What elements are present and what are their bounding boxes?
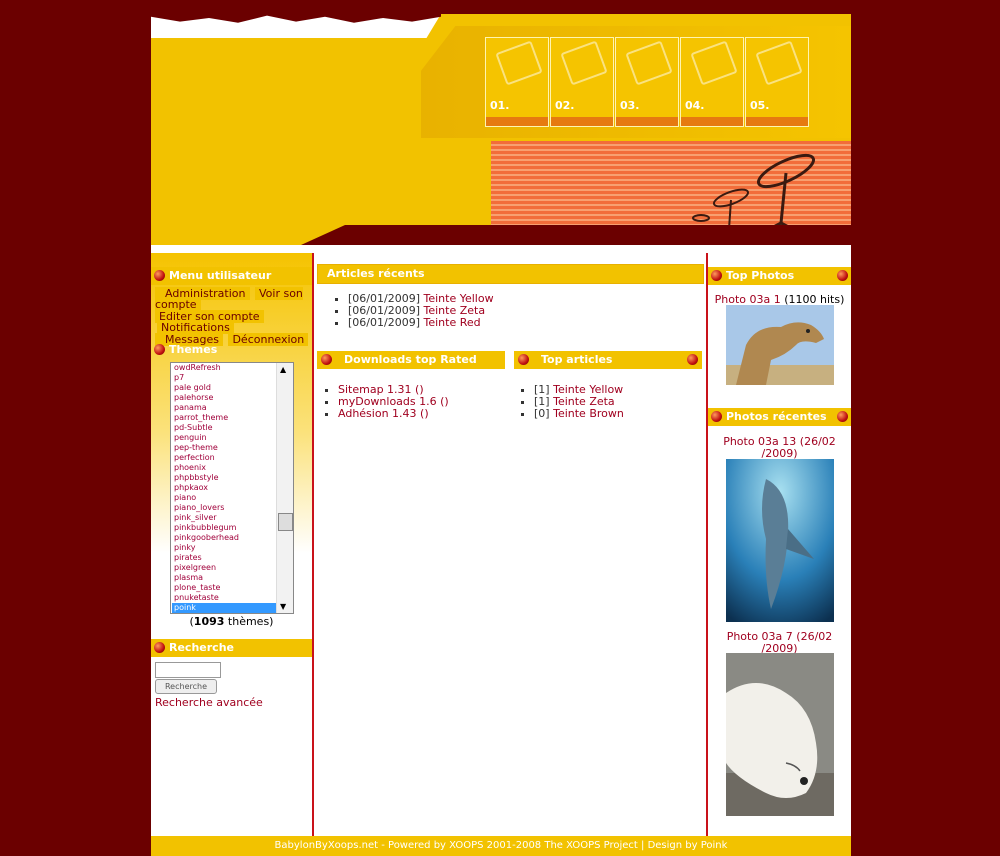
- theme-option[interactable]: pink_silver: [172, 513, 276, 523]
- tools-icon: [690, 40, 738, 86]
- advanced-search-link[interactable]: Recherche avancée: [155, 696, 263, 709]
- theme-option[interactable]: pnuketaste: [172, 593, 276, 603]
- bullet-icon: [687, 354, 698, 365]
- scrollbar-thumb[interactable]: [278, 513, 293, 531]
- bullet-icon: [518, 354, 529, 365]
- bullet-icon: [321, 354, 332, 365]
- theme-option[interactable]: owdRefresh: [172, 363, 276, 373]
- header-tab-5[interactable]: 05.: [745, 37, 809, 127]
- theme-option[interactable]: plone_taste: [172, 583, 276, 593]
- download-link[interactable]: Adhésion 1.43 (): [338, 407, 429, 420]
- left-sidebar: Menu utilisateur Administration Voir son…: [151, 253, 314, 836]
- list-item: [06/01/2009] Teinte Red: [348, 317, 494, 329]
- recent-photo-caption: Photo 03a 13 (26/02/2009): [708, 436, 851, 460]
- tab-number: 04.: [685, 99, 705, 112]
- theme-option[interactable]: parrot_theme: [172, 413, 276, 423]
- search-button[interactable]: Recherche: [155, 679, 217, 694]
- scroll-up-icon[interactable]: ▲: [280, 365, 286, 374]
- footer: BabylonByXoops.net - Powered by XOOPS 20…: [151, 836, 851, 856]
- dolphin-photo[interactable]: [726, 459, 834, 622]
- theme-option[interactable]: phpkaox: [172, 483, 276, 493]
- bullet-icon: [837, 411, 848, 422]
- envelope-icon: [755, 40, 803, 86]
- tab-number: 05.: [750, 99, 770, 112]
- recent-articles-list: [06/01/2009] Teinte Yellow [06/01/2009] …: [328, 293, 494, 329]
- theme-options: owdRefresh p7 pale gold palehorse panama parr…: [172, 363, 276, 613]
- scroll-down-icon[interactable]: ▼: [280, 602, 286, 611]
- article-link[interactable]: Teinte Red: [423, 316, 480, 329]
- theme-option[interactable]: piano: [172, 493, 276, 503]
- theme-option[interactable]: pep-theme: [172, 443, 276, 453]
- polar-bear-photo[interactable]: [726, 653, 834, 816]
- bullet-icon: [154, 642, 165, 653]
- satellite-dish-icon: [692, 153, 816, 233]
- bullet-icon: [711, 411, 722, 422]
- right-sidebar: Top Photos Photo 03a 1 (1100 hits) Photo…: [708, 253, 851, 836]
- downloads-list: Sitemap 1.31 () myDownloads 1.6 () Adhés…: [318, 384, 449, 420]
- theme-option[interactable]: phoenix: [172, 463, 276, 473]
- theme-option[interactable]: pd-Subtle: [172, 423, 276, 433]
- top-articles-title: Top articles: [514, 351, 702, 369]
- theme-count: (1093 thèmes): [189, 615, 274, 628]
- clipboard-icon: [560, 40, 608, 86]
- list-item: Adhésion 1.43 (): [338, 408, 449, 420]
- theme-option[interactable]: poink: [172, 603, 276, 613]
- theme-option[interactable]: pale gold: [172, 383, 276, 393]
- theme-option[interactable]: panama: [172, 403, 276, 413]
- top-photos-title: Top Photos: [708, 267, 851, 285]
- header-tab-3[interactable]: 03.: [615, 37, 679, 127]
- bullet-icon: [154, 344, 165, 355]
- article-link[interactable]: Teinte Brown: [553, 407, 624, 420]
- header-tabs: 01. 02. 03. 04. 05.: [485, 37, 810, 127]
- theme-option[interactable]: pixelgreen: [172, 563, 276, 573]
- recent-photo-caption: Photo 03a 7 (26/02/2009): [708, 631, 851, 655]
- header-banner: 01. 02. 03. 04. 05.: [151, 8, 851, 245]
- camel-photo[interactable]: [726, 305, 834, 385]
- tab-number: 03.: [620, 99, 640, 112]
- theme-option[interactable]: plasma: [172, 573, 276, 583]
- recent-photos-title: Photos récentes: [708, 408, 851, 426]
- search-input[interactable]: [155, 662, 221, 678]
- tab-number: 01.: [490, 99, 510, 112]
- tab-number: 02.: [555, 99, 575, 112]
- theme-option[interactable]: pinkbubblegum: [172, 523, 276, 533]
- theme-option[interactable]: pirates: [172, 553, 276, 563]
- theme-option[interactable]: phpbbstyle: [172, 473, 276, 483]
- photo-link[interactable]: Photo 03a 7 (26/02/2009): [727, 630, 833, 655]
- recent-articles-title: Articles récents: [317, 264, 704, 284]
- theme-option[interactable]: pinky: [172, 543, 276, 553]
- user-menu-title: Menu utilisateur: [151, 267, 312, 285]
- theme-option[interactable]: piano_lovers: [172, 503, 276, 513]
- top-articles-list: [1] Teinte Yellow [1] Teinte Zeta [0] Te…: [514, 384, 624, 420]
- header-tab-1[interactable]: 01.: [485, 37, 549, 127]
- bullet-icon: [711, 270, 722, 281]
- book-icon: [625, 40, 673, 86]
- theme-option[interactable]: penguin: [172, 433, 276, 443]
- theme-option[interactable]: palehorse: [172, 393, 276, 403]
- header-tab-2[interactable]: 02.: [550, 37, 614, 127]
- briefcase-icon: [495, 40, 543, 86]
- bullet-icon: [837, 270, 848, 281]
- photo-link[interactable]: Photo 03a 13 (26/02/2009): [723, 435, 836, 460]
- theme-list-scrollbar[interactable]: ▲ ▼: [276, 363, 293, 613]
- list-item: [0] Teinte Brown: [534, 408, 624, 420]
- theme-select-list[interactable]: owdRefresh p7 pale gold palehorse panama parr…: [170, 362, 294, 614]
- search-title: Recherche: [151, 639, 312, 657]
- downloads-title: Downloads top Rated: [317, 351, 505, 369]
- main-content: Articles récents [06/01/2009] Teinte Yel…: [314, 253, 708, 836]
- page-container: 01. 02. 03. 04. 05. Menu utilisateur Adm…: [151, 8, 851, 856]
- theme-option[interactable]: p7: [172, 373, 276, 383]
- bullet-icon: [154, 270, 165, 281]
- theme-option[interactable]: pinkgooberhead: [172, 533, 276, 543]
- header-tab-4[interactable]: 04.: [680, 37, 744, 127]
- theme-option[interactable]: perfection: [172, 453, 276, 463]
- themes-title: Themes: [151, 341, 312, 359]
- user-menu: Administration Voir son compte Editer so…: [155, 287, 311, 346]
